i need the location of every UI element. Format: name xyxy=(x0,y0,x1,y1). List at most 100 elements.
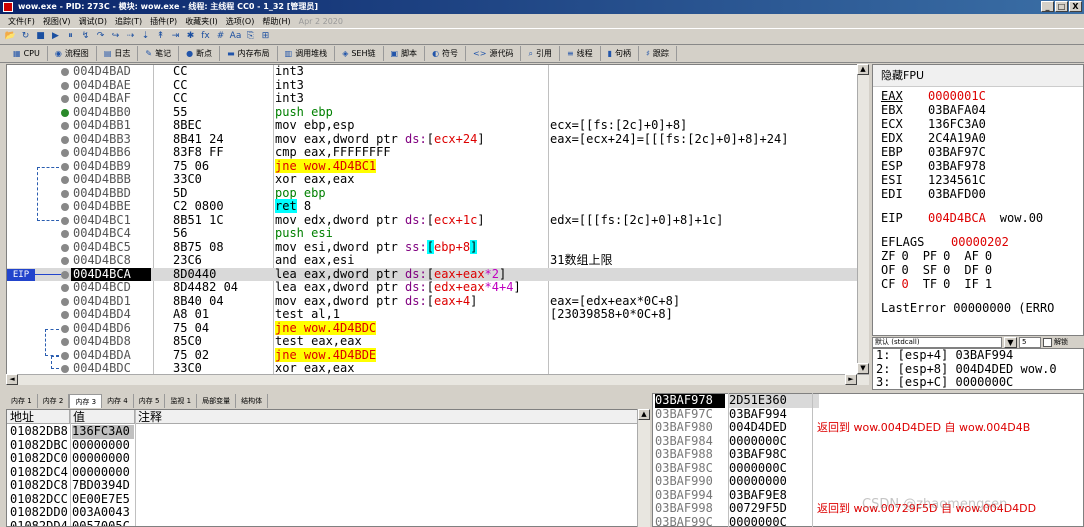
gutter-dot-icon[interactable] xyxy=(61,311,69,319)
memory-tab[interactable]: 局部变量 xyxy=(197,393,237,408)
toolbar-icon[interactable]: ⇣ xyxy=(139,30,152,43)
memory-tab[interactable]: 内存 1 xyxy=(6,393,38,408)
toolbar-icon[interactable]: ✱ xyxy=(184,30,197,43)
close-button[interactable]: X xyxy=(1069,1,1082,12)
tab-3[interactable]: ✎ 笔记 xyxy=(138,46,180,61)
disasm-row[interactable]: 004D4BAD CC int3 xyxy=(7,65,868,79)
memory-tab[interactable]: 结构体 xyxy=(236,393,269,408)
registers-panel[interactable]: 隐藏FPU EAX 0000001C EBX 03BAFA04 ECX 136FC3A0 E… xyxy=(872,64,1084,336)
disasm-row[interactable]: 004D4BB1 8BEC mov ebp,esp ecx=[[fs:[2c]+0]+… xyxy=(7,118,868,133)
menu-item[interactable]: 选项(O) xyxy=(222,16,259,27)
register-value[interactable]: 2C4A19A0 xyxy=(928,131,986,145)
disasm-row[interactable]: 004D4BBE C2 0800 ret 8 xyxy=(7,199,868,214)
stack-row[interactable]: 03BAF984 0000000C xyxy=(653,434,1083,449)
disasm-row[interactable]: 004D4BC1 8B51 1C mov edx,dword ptr ds:[ecx… xyxy=(7,213,868,228)
stack-row[interactable]: 03BAF99C 0000000C xyxy=(653,515,1083,526)
tab-13[interactable]: ▮ 句柄 xyxy=(601,46,640,61)
flag-value[interactable]: 0 xyxy=(901,277,908,291)
register-value[interactable]: 03BAFD00 xyxy=(928,187,986,201)
memory-dump[interactable]: 地址 值 注释 01082DB8 136FC3A0 01082DBC 00000000… xyxy=(6,409,650,527)
toolbar-icon[interactable]: ⏸ xyxy=(64,30,77,43)
disassembly-hscroll[interactable]: ◄ ► xyxy=(6,374,869,385)
gutter-dot-icon[interactable] xyxy=(61,162,69,171)
register-value[interactable]: 00000202 xyxy=(951,235,1009,249)
toolbar-icon[interactable]: ⊞ xyxy=(259,30,272,43)
toolbar-icon[interactable]: ⎘ xyxy=(244,30,257,43)
tab-6[interactable]: ▥ 调用堆栈 xyxy=(278,46,336,61)
tab-11[interactable]: ⌕ 引用 xyxy=(521,46,560,61)
gutter-dot-icon[interactable] xyxy=(61,95,69,103)
register-value[interactable]: 004D4BCA xyxy=(928,211,986,225)
toolbar-icon[interactable]: ⇥ xyxy=(169,30,182,43)
gutter-dot-icon[interactable] xyxy=(61,189,69,198)
gutter-dot-icon[interactable] xyxy=(61,365,69,373)
argument-view[interactable]: 1: [esp+4] 03BAF994 2: [esp+8] 004D4DED w… xyxy=(872,348,1084,390)
flag-value[interactable]: 0 xyxy=(901,249,908,263)
memory-tab[interactable]: 内存 5 xyxy=(134,393,166,408)
disasm-row[interactable]: 004D4BD1 8B40 04 mov eax,dword ptr ds:[eax… xyxy=(7,294,868,309)
hide-fpu-toggle[interactable]: 隐藏FPU xyxy=(873,65,1083,87)
gutter-dot-icon[interactable] xyxy=(61,270,69,279)
argument-row[interactable]: 3: [esp+C] 0000000C xyxy=(873,375,1083,389)
menu-item[interactable]: 追踪(T) xyxy=(111,16,146,27)
memory-tab[interactable]: 内存 3 xyxy=(69,393,103,408)
scroll-up-icon[interactable]: ▲ xyxy=(857,64,869,75)
gutter-dot-icon[interactable] xyxy=(61,108,69,117)
flag-value[interactable]: 0 xyxy=(985,263,992,277)
gutter-dot-icon[interactable] xyxy=(61,338,69,346)
register-value[interactable]: 03BAFA04 xyxy=(928,103,986,117)
gutter-dot-icon[interactable] xyxy=(61,216,69,225)
stack-row[interactable]: 03BAF990 00000000 xyxy=(653,474,1083,489)
toolbar-icon[interactable]: ↻ xyxy=(19,30,32,43)
tab-14[interactable]: ♯ 跟踪 xyxy=(639,46,677,61)
gutter-dot-icon[interactable] xyxy=(61,284,69,292)
stack-row[interactable]: 03BAF988 03BAF98C xyxy=(653,447,1083,462)
register-edx[interactable]: EDX 2C4A19A0 xyxy=(881,131,986,145)
toolbar-icon[interactable]: ↪ xyxy=(109,30,122,43)
register-ebp[interactable]: EBP 03BAF97C xyxy=(881,145,986,159)
minimize-button[interactable]: _ xyxy=(1041,1,1054,12)
scroll-down-icon[interactable]: ▼ xyxy=(857,363,869,374)
toolbar-icon[interactable]: ⇢ xyxy=(124,30,137,43)
flag-value[interactable]: 0 xyxy=(901,263,908,277)
toolbar-icon[interactable]: # xyxy=(214,30,227,43)
register-eip[interactable]: EIP 004D4BCA wow.00 xyxy=(881,211,1043,225)
flag-value[interactable]: 0 xyxy=(943,277,950,291)
gutter-dot-icon[interactable] xyxy=(61,351,69,360)
gutter-dot-icon[interactable] xyxy=(61,230,69,238)
register-eflags[interactable]: EFLAGS 00000202 xyxy=(881,235,1009,249)
dump-vscroll[interactable]: ▲ xyxy=(637,409,650,527)
disassembly-view[interactable]: 004D4BAD CC int3 004D4BAE CC int3 004D4BAF CC in… xyxy=(6,64,869,385)
menu-item[interactable]: 帮助(H) xyxy=(258,16,294,27)
tab-10[interactable]: <> 源代码 xyxy=(466,46,522,61)
gutter-dot-icon[interactable] xyxy=(61,135,69,144)
tab-5[interactable]: ▬ 内存布局 xyxy=(220,46,278,61)
disassembly-vscroll[interactable]: ▲ ▼ xyxy=(857,64,869,385)
toolbar-icon[interactable]: ↷ xyxy=(94,30,107,43)
register-eax[interactable]: EAX 0000001C xyxy=(881,89,986,103)
memory-tab[interactable]: 内存 4 xyxy=(102,393,134,408)
disasm-row[interactable]: 004D4BBB 33C0 xor eax,eax xyxy=(7,172,868,187)
register-ecx[interactable]: ECX 136FC3A0 xyxy=(881,117,986,131)
toolbar-icon[interactable]: ↯ xyxy=(79,30,92,43)
menu-item[interactable]: 收藏夹(I) xyxy=(181,16,222,27)
disasm-row[interactable]: 004D4BB3 8B41 24 mov eax,dword ptr ds:[ecx… xyxy=(7,132,868,147)
menu-item[interactable]: 文件(F) xyxy=(4,16,39,27)
gutter-dot-icon[interactable] xyxy=(61,81,69,90)
gutter-dot-icon[interactable] xyxy=(61,257,69,265)
gutter-dot-icon[interactable] xyxy=(61,203,69,211)
argument-row[interactable]: 2: [esp+8] 004D4DED wow.0 xyxy=(873,362,1083,377)
stack-row[interactable]: 03BAF980 004D4DED 返回到 wow.004D4DED 自 wow.0… xyxy=(653,420,1083,435)
tab-1[interactable]: ◉ 流程图 xyxy=(48,46,97,61)
stack-row[interactable]: 03BAF978 2D51E360 xyxy=(653,394,1083,408)
disasm-row[interactable]: 004D4BD4 A8 01 test al,1 [23039858+0*0C+8] xyxy=(7,307,868,322)
gutter-dot-icon[interactable] xyxy=(61,122,69,130)
call-convention-select[interactable]: 默认 (stdcall) xyxy=(872,336,1002,348)
menu-item[interactable]: 调试(D) xyxy=(75,16,111,27)
gutter-dot-icon[interactable] xyxy=(61,243,69,252)
register-value[interactable]: 1234561C xyxy=(928,173,986,187)
memory-tab[interactable]: 内存 2 xyxy=(38,393,70,408)
maximize-button[interactable]: □ xyxy=(1055,1,1068,12)
register-value[interactable]: 0000001C xyxy=(928,89,986,103)
gutter-dot-icon[interactable] xyxy=(61,68,69,76)
